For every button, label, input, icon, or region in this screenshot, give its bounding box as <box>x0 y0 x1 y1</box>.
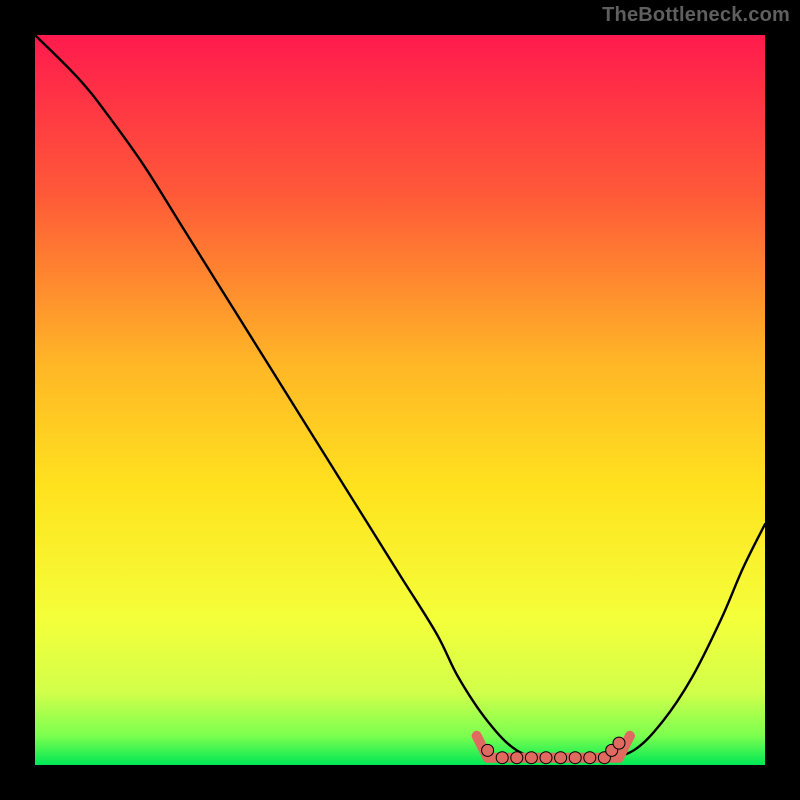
valley-marker <box>525 752 537 764</box>
chart-svg <box>35 35 765 765</box>
chart-plot-area <box>35 35 765 765</box>
valley-marker <box>584 752 596 764</box>
valley-marker <box>569 752 581 764</box>
watermark-text: TheBottleneck.com <box>602 4 790 27</box>
valley-marker <box>511 752 523 764</box>
gradient-background <box>35 35 765 765</box>
valley-marker <box>555 752 567 764</box>
valley-marker <box>540 752 552 764</box>
valley-marker <box>482 744 494 756</box>
chart-frame: TheBottleneck.com <box>0 0 800 800</box>
valley-marker <box>613 737 625 749</box>
valley-marker <box>496 752 508 764</box>
